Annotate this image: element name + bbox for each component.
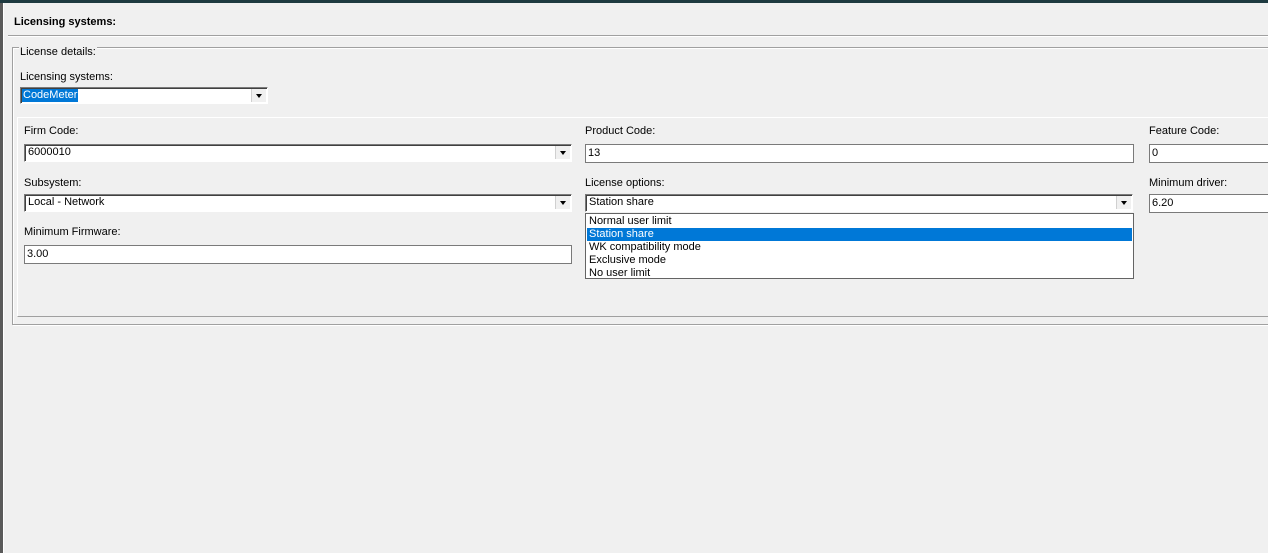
firm-code-combo[interactable]: 6000010 [24,144,572,162]
subsystem-combo[interactable]: Local - Network [24,194,572,212]
license-options-dropdown-button[interactable] [1116,196,1131,209]
subsystem-label: Subsystem: [24,177,82,189]
minimum-firmware-label: Minimum Firmware: [24,226,121,238]
header-divider [8,35,1268,37]
licensing-systems-select[interactable]: CodeMeter [20,87,268,104]
minimum-driver-value: 6.20 [1152,197,1174,209]
license-option-no-user-limit[interactable]: No user limit [587,267,1132,280]
licensing-systems-dropdown-button[interactable] [251,89,266,102]
chevron-down-icon [256,94,262,98]
subsystem-dropdown-button[interactable] [555,196,570,209]
feature-code-label: Feature Code: [1149,125,1220,137]
firm-code-label: Firm Code: [24,125,79,137]
license-options-value: Station share [589,196,654,208]
license-options-label: License options: [585,177,665,189]
license-details-legend: License details: [19,46,97,59]
product-code-value: 13 [588,147,601,159]
feature-code-value: 0 [1152,147,1159,159]
minimum-driver-label: Minimum driver: [1149,177,1228,189]
minimum-driver-input[interactable]: 6.20 [1149,194,1268,213]
subsystem-value: Local - Network [28,196,105,208]
minimum-firmware-value: 3.00 [27,248,49,260]
license-option-wk-compatibility-mode[interactable]: WK compatibility mode [587,241,1132,254]
license-option-normal-user-limit[interactable]: Normal user limit [587,215,1132,228]
license-option-exclusive-mode[interactable]: Exclusive mode [587,254,1132,267]
product-code-input[interactable]: 13 [585,144,1134,163]
minimum-firmware-input[interactable]: 3.00 [24,245,572,264]
licensing-systems-value: CodeMeter [22,89,79,102]
product-code-label: Product Code: [585,125,656,137]
licensing-systems-label: Licensing systems: [20,71,113,83]
license-options-combo[interactable]: Station share [585,194,1133,212]
firm-code-dropdown-button[interactable] [555,146,570,159]
page-title: Licensing systems: [14,16,117,28]
window-left-highlight [3,3,4,553]
license-options-dropdown-list[interactable]: Normal user limit Station share WK compa… [585,213,1134,279]
chevron-down-icon [560,151,566,155]
license-option-station-share[interactable]: Station share [587,228,1132,241]
window-top-border [0,0,1268,3]
firm-code-value: 6000010 [28,146,71,158]
feature-code-input[interactable]: 0 [1149,144,1268,163]
chevron-down-icon [560,201,566,205]
chevron-down-icon [1121,201,1127,205]
